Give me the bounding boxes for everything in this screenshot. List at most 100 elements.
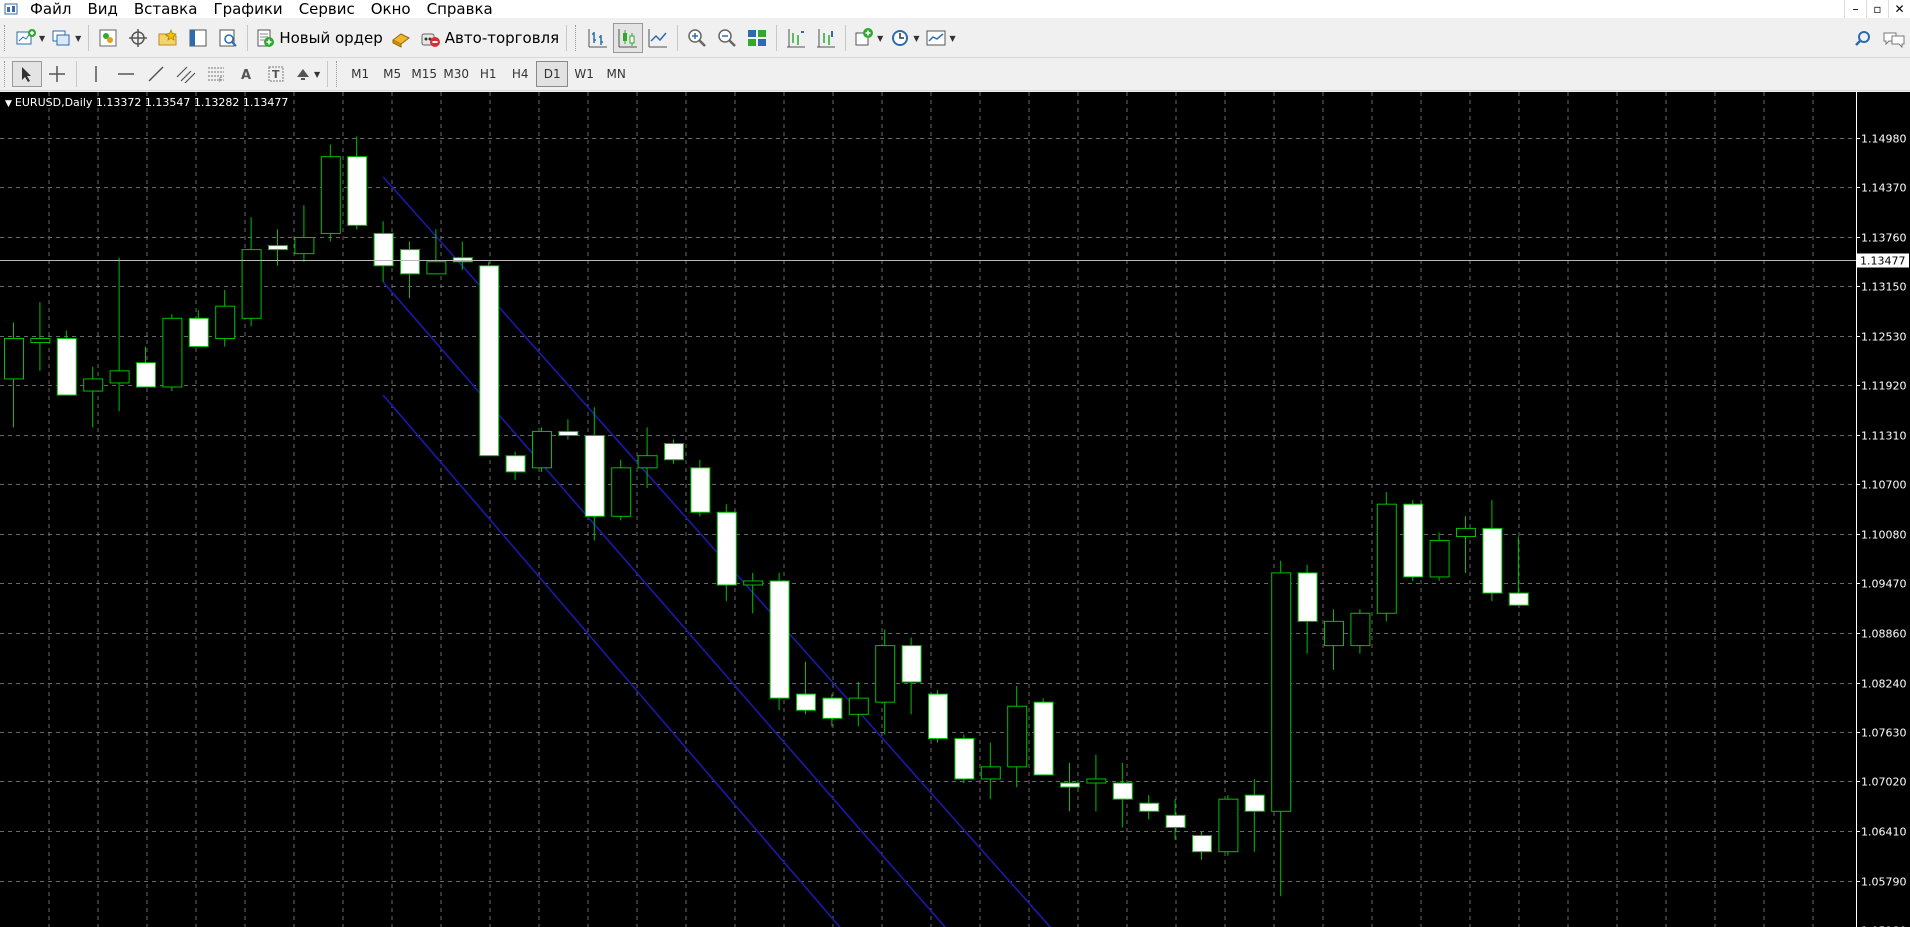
menu-file[interactable]: Файл [22,0,79,18]
candle-body [1429,540,1450,578]
vertical-line-button[interactable] [81,59,111,89]
equidistant-channel-button[interactable] [171,59,201,89]
navigator-button[interactable] [153,23,183,53]
tile-windows-icon [748,30,767,46]
current-price-label: 1.13477 [1860,255,1906,268]
text-button[interactable]: A [231,59,261,89]
chevron-down-icon[interactable]: ▼ [39,34,45,43]
crosshair-button[interactable] [42,59,72,89]
menu-view[interactable]: Вид [79,0,125,18]
svg-text:T: T [272,68,280,81]
y-axis-label: 1.14370 [1861,182,1907,195]
triangle-down-icon[interactable]: ▼ [5,99,12,109]
indicators-button[interactable]: ▼ [850,23,886,53]
search-button[interactable] [1848,24,1878,54]
chevron-down-icon[interactable]: ▼ [913,34,919,43]
cursor-button[interactable] [12,61,42,87]
chevron-down-icon[interactable]: ▼ [949,34,955,43]
candle-body [637,455,658,469]
candle-body [215,305,236,340]
candle-body [1139,802,1160,812]
arrows-icon [297,69,309,80]
text-label-button[interactable]: T [261,59,291,89]
toolbar-grip[interactable] [4,25,8,51]
zoom-in-button[interactable] [682,23,712,53]
candle [690,459,711,517]
restore-button[interactable]: ▫ [1866,0,1888,18]
cursor-arrow-icon [22,67,31,82]
text-label-icon: T [268,66,284,82]
timeframe-h1[interactable]: H1 [472,61,504,87]
timeframe-d1[interactable]: D1 [536,61,569,87]
candle [1218,795,1239,856]
horizontal-line-icon [118,73,134,75]
chevron-down-icon[interactable]: ▼ [877,34,883,43]
tile-windows-button[interactable] [742,23,772,53]
candle-body [505,455,526,473]
close-button[interactable]: ✕ [1888,0,1910,18]
candle-body [479,265,500,457]
candle-body [954,738,975,780]
candle-body [1324,620,1344,647]
candle-body [822,697,843,719]
timeframe-m1[interactable]: M1 [344,61,376,87]
trendline-button[interactable] [141,59,171,89]
auto-trading-label: Авто-торговля [444,29,560,47]
price-chart[interactable]: 1.13477 1.14980 1.14370 1.13760 1.13150 1.12… [0,92,1910,927]
candlestick-chart-button[interactable] [613,23,644,53]
candle [1033,698,1054,776]
chat-button[interactable] [1878,24,1910,54]
menu-charts[interactable]: Графики [205,0,290,18]
timeframe-m15[interactable]: M15 [408,61,440,87]
menu-help[interactable]: Справка [419,0,501,18]
menu-window[interactable]: Окно [363,0,419,18]
chart-window[interactable]: 1.13477 1.14980 1.14370 1.13760 1.13150 1.12… [0,92,1910,927]
y-axis-label: 1.11920 [1861,380,1907,393]
terminal-button[interactable] [183,23,213,53]
line-chart-button[interactable] [643,23,673,53]
market-watch-button[interactable] [93,23,123,53]
candle-body [1192,835,1212,853]
app-icon[interactable] [0,0,22,18]
candle [928,690,948,743]
templates-button[interactable]: ▼ [922,23,958,53]
auto-trading-button[interactable]: Авто-торговля [416,23,562,53]
candle-body [136,362,156,388]
timeframe-w1[interactable]: W1 [568,61,600,87]
arrows-button[interactable]: ▼ [291,59,323,89]
timeframe-m30[interactable]: M30 [440,61,472,87]
autoscroll-button[interactable] [811,23,841,53]
menu-insert[interactable]: Вставка [126,0,206,18]
zoom-out-button[interactable] [712,23,742,53]
fibonacci-button[interactable]: F [201,59,231,89]
bar-chart-button[interactable] [583,23,613,53]
horizontal-line-button[interactable] [111,59,141,89]
profiles-button[interactable]: ▼ [48,23,84,53]
autoscroll-icon [817,29,836,48]
timeframe-m5[interactable]: M5 [376,61,408,87]
candle-body [532,430,552,469]
minimize-button[interactable]: – [1844,0,1866,18]
indicators-icon [855,28,874,46]
chevron-down-icon[interactable]: ▼ [75,34,81,43]
candle-body [980,766,1001,780]
y-axis-label: 1.14980 [1861,133,1907,146]
vertical-line-icon [95,66,97,82]
candle [1376,492,1397,622]
chevron-down-icon[interactable]: ▼ [314,70,320,79]
new-order-button[interactable]: Новый ордер [252,23,385,53]
periods-button[interactable]: ▼ [886,23,922,53]
candle-body [928,693,948,740]
new-chart-button[interactable]: ▼ [12,23,48,53]
metaeditor-button[interactable] [386,23,416,53]
candle [769,572,790,711]
timeframe-mn[interactable]: MN [600,61,632,87]
menu-tools[interactable]: Сервис [291,0,363,18]
chart-shift-button[interactable] [781,23,811,53]
menu-bar: Файл Вид Вставка Графики Сервис Окно Спр… [0,0,1910,18]
data-window-button[interactable] [123,23,153,53]
y-axis-label: 1.12530 [1861,331,1907,344]
strategy-tester-button[interactable] [213,23,243,53]
crosshair-icon [49,66,65,82]
timeframe-h4[interactable]: H4 [504,61,536,87]
